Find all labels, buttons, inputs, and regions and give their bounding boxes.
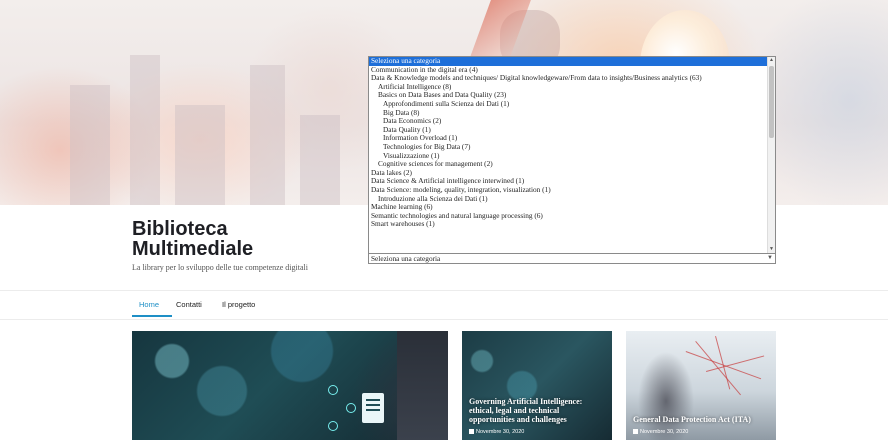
main-nav: Home Contatti Il progetto [0, 290, 888, 320]
post-card-date: Novembre 30, 2020 [469, 429, 524, 435]
site-branding: Biblioteca Multimediale La library per l… [132, 219, 312, 272]
post-card[interactable]: Governing Artificial Intelligence: ethic… [462, 331, 612, 440]
post-card-date: Novembre 30, 2020 [633, 429, 688, 435]
category-option[interactable]: Artificial Intelligence (8) [369, 83, 775, 92]
category-option[interactable]: Machine learning (6) [369, 203, 775, 212]
category-option[interactable]: Seleziona una categoria [369, 57, 775, 66]
category-option[interactable]: Basics on Data Bases and Data Quality (2… [369, 91, 775, 100]
category-option[interactable]: Semantic technologies and natural langua… [369, 212, 775, 221]
category-option[interactable]: Data Science: modeling, quality, integra… [369, 186, 775, 195]
chevron-down-icon[interactable]: ▼ [767, 254, 773, 263]
nav-il-progetto[interactable]: Il progetto [222, 300, 255, 309]
category-combobox-value: Seleziona una categoria [371, 254, 441, 263]
category-option[interactable]: Data lakes (2) [369, 169, 775, 178]
category-option[interactable]: Cognitive sciences for management (2) [369, 160, 775, 169]
category-combobox[interactable]: Seleziona una categoria ▼ [368, 254, 776, 264]
category-option[interactable]: Information Overload (1) [369, 134, 775, 143]
category-option[interactable]: Data Quality (1) [369, 126, 775, 135]
site-title[interactable]: Biblioteca Multimediale [132, 219, 312, 259]
category-listbox[interactable]: Seleziona una categoria Communication in… [368, 56, 776, 254]
calendar-icon [633, 429, 638, 435]
category-option[interactable]: Introduzione alla Scienza dei Dati (1) [369, 195, 775, 204]
post-card[interactable]: General Data Protection Act (ITA) Novemb… [626, 331, 776, 440]
category-option[interactable]: Data Science & Artificial intelligence i… [369, 177, 775, 186]
category-option[interactable]: Data Economics (2) [369, 117, 775, 126]
category-select[interactable]: Seleziona una categoria Communication in… [368, 56, 776, 264]
calendar-icon [469, 429, 474, 435]
document-icon [362, 393, 384, 423]
listbox-scrollbar[interactable]: ▲ ▼ [767, 57, 775, 253]
nav-home[interactable]: Home [139, 300, 159, 309]
category-option[interactable]: Approfondimenti sulla Scienza dei Dati (… [369, 100, 775, 109]
nav-active-indicator [132, 315, 172, 317]
scroll-down-icon[interactable]: ▼ [768, 246, 775, 253]
category-option[interactable]: Smart warehouses (1) [369, 220, 775, 229]
post-card-title[interactable]: Governing Artificial Intelligence: ethic… [469, 397, 606, 424]
nav-contatti[interactable]: Contatti [176, 300, 202, 309]
card-image-businessman [397, 331, 448, 440]
scrollbar-thumb[interactable] [769, 66, 774, 138]
post-card-title[interactable]: General Data Protection Act (ITA) [633, 415, 770, 424]
category-option[interactable]: Big Data (8) [369, 109, 775, 118]
category-option[interactable]: Technologies for Big Data (7) [369, 143, 775, 152]
site-tagline: La library per lo sviluppo delle tue com… [132, 263, 308, 272]
category-option[interactable]: Data & Knowledge models and techniques/ … [369, 74, 775, 83]
scroll-up-icon[interactable]: ▲ [768, 57, 775, 64]
category-option[interactable]: Visualizzazione (1) [369, 152, 775, 161]
featured-post-card[interactable] [132, 331, 448, 440]
category-option[interactable]: Communication in the digital era (4) [369, 66, 775, 75]
